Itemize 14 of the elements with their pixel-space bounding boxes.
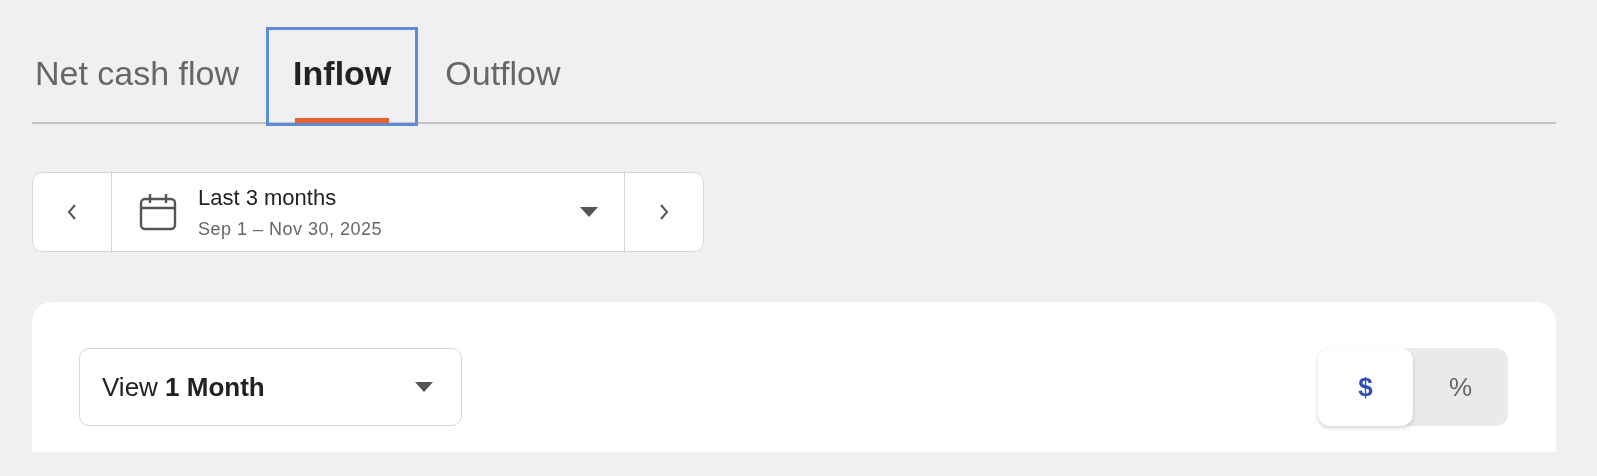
unit-option[interactable]: % [1413, 348, 1508, 426]
tab[interactable]: Outflow [418, 27, 588, 126]
range-dates: Sep 1 – Nov 30, 2025 [198, 218, 384, 240]
unit-option[interactable]: $ [1318, 348, 1413, 426]
chevron-left-icon [66, 203, 78, 221]
range-label: Last 3 months [198, 184, 338, 211]
chevron-right-icon [658, 203, 670, 221]
calendar-icon [138, 192, 178, 232]
caret-icon [580, 207, 598, 217]
view-dropdown[interactable]: View 1 Month [79, 348, 462, 426]
tab[interactable]: Net cash flow [32, 27, 267, 126]
caret-icon [415, 382, 433, 392]
date-range-dropdown[interactable]: Last 3 months Sep 1 – Nov 30, 2025 [111, 173, 625, 251]
tab[interactable]: Inflow [266, 27, 419, 126]
